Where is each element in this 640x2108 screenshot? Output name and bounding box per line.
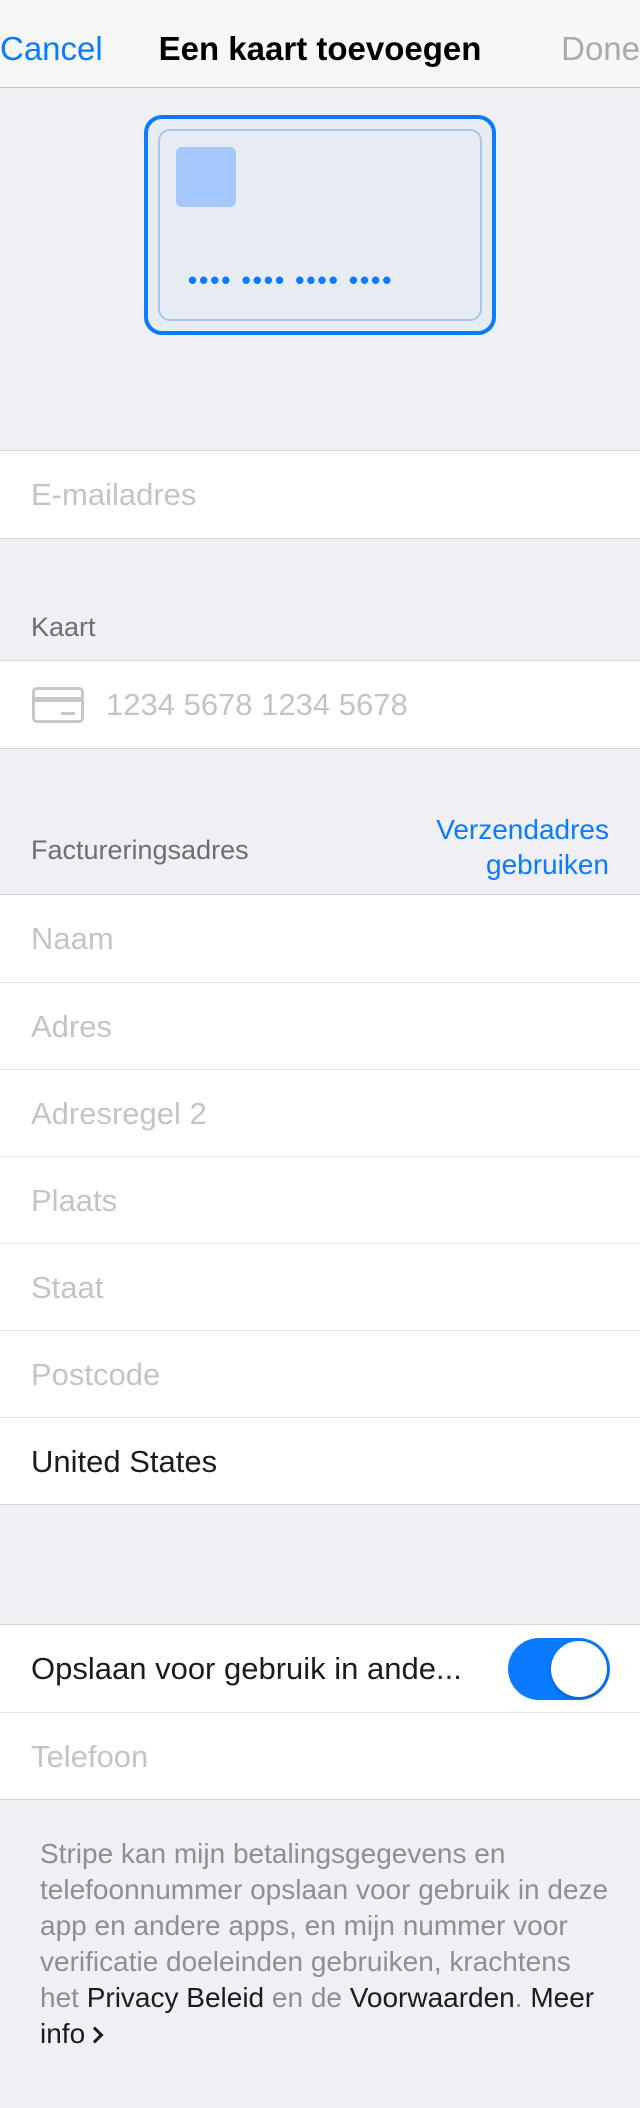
address-line-2-placeholder: Adresregel 2 [31,1096,207,1131]
card-preview-inner: •••• •••• •••• •••• [158,129,482,321]
save-for-other-apps-row: Opslaan voor gebruik in ande... [0,1625,640,1712]
use-shipping-line-2: gebruiken [486,849,609,880]
card-number-mask: •••• •••• •••• •••• [188,265,394,295]
save-toggle[interactable] [508,1638,610,1700]
legal-footer: Stripe kan mijn betalingsgegevens en tel… [40,1836,610,2052]
footer-text-2: en de [264,1982,350,2013]
navigation-bar: Een kaart toevoegen Cancel Done [0,0,640,88]
footer-text-3: . [514,1982,531,2013]
card-preview: •••• •••• •••• •••• [144,115,496,335]
card-brand-placeholder [176,147,236,207]
cancel-button[interactable]: Cancel [0,30,103,68]
chevron-right-icon [86,2026,104,2044]
save-group: Opslaan voor gebruik in ande... Telefoon [0,1624,640,1800]
email-group: E-mailadres [0,450,640,539]
postal-code-field[interactable]: Postcode [0,1330,640,1417]
state-field[interactable]: Staat [0,1243,640,1330]
city-placeholder: Plaats [31,1183,118,1218]
save-for-other-apps-label: Opslaan voor gebruik in ande... [31,1651,462,1686]
name-placeholder: Naam [31,921,114,956]
country-field[interactable]: United States [0,1417,640,1504]
phone-field[interactable]: Telefoon [0,1712,640,1799]
name-field[interactable]: Naam [0,895,640,982]
terms-link[interactable]: Voorwaarden [350,1982,515,2013]
city-field[interactable]: Plaats [0,1156,640,1243]
credit-card-icon [32,687,84,723]
billing-section-label: Factureringsadres [31,835,249,865]
use-shipping-line-1: Verzendadres [436,814,609,845]
address-placeholder: Adres [31,1009,112,1044]
country-value: United States [31,1444,218,1479]
use-shipping-address-button[interactable]: Verzendadres gebruiken [436,812,609,882]
state-placeholder: Staat [31,1270,104,1305]
done-button[interactable]: Done [561,30,640,68]
card-group: 1234 5678 1234 5678 [0,660,640,749]
email-placeholder: E-mailadres [31,477,197,512]
card-number-placeholder: 1234 5678 1234 5678 [106,687,408,722]
toggle-knob [551,1641,607,1697]
card-number-field[interactable]: 1234 5678 1234 5678 [0,661,640,748]
billing-address-group: Naam Adres Adresregel 2 Plaats Staat Pos… [0,894,640,1505]
phone-placeholder: Telefoon [31,1739,149,1774]
card-section-label: Kaart [31,612,96,642]
postal-code-placeholder: Postcode [31,1357,161,1392]
email-field[interactable]: E-mailadres [0,451,640,538]
address-field[interactable]: Adres [0,982,640,1069]
privacy-policy-link[interactable]: Privacy Beleid [87,1982,264,2013]
address-line-2-field[interactable]: Adresregel 2 [0,1069,640,1156]
